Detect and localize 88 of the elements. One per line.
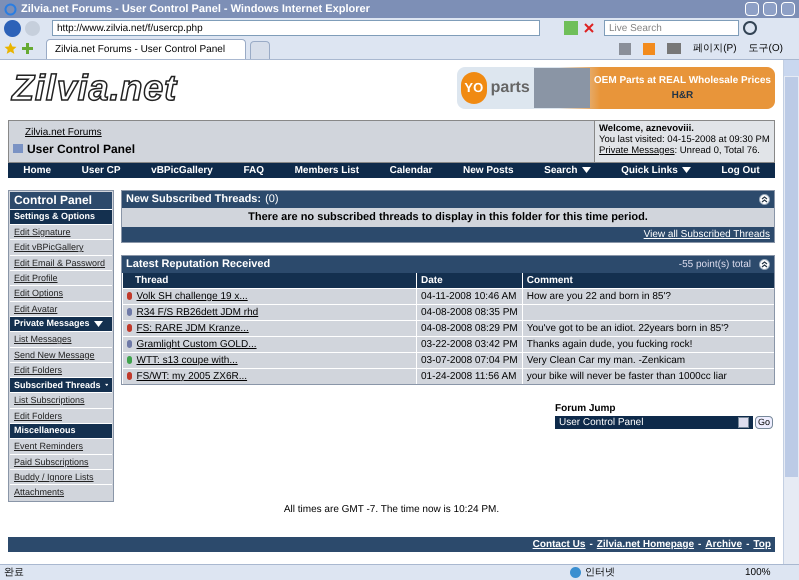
scrollbar[interactable] bbox=[783, 60, 799, 564]
footer-link[interactable]: Archive bbox=[705, 536, 742, 552]
sidebar-section-header[interactable]: Settings & Options bbox=[10, 208, 112, 224]
empty-message: There are no subscribed threads to display in this folder for this time period. bbox=[122, 208, 774, 227]
thread-count: (0) bbox=[265, 192, 279, 208]
caret-icon bbox=[682, 167, 691, 174]
status-text: 완료 bbox=[4, 566, 25, 580]
panel-title: Latest Reputation Received bbox=[126, 257, 270, 272]
last-visited-text: You last visited: 04-15-2008 at 09:30 PM bbox=[599, 134, 770, 145]
nav-link[interactable]: vBPicGallery bbox=[151, 162, 213, 178]
address-field[interactable]: http://www.zilvia.net/f/usercp.php bbox=[52, 20, 540, 36]
date-cell: 01-24-2008 11:56 AM bbox=[416, 368, 522, 384]
link-separator: - bbox=[589, 538, 593, 552]
link-separator: - bbox=[746, 538, 750, 552]
sidebar-link[interactable]: Edit Email & Password bbox=[10, 254, 112, 270]
points-total: -55 point(s) total bbox=[678, 258, 751, 272]
window-title: Zilvia.net Forums - User Control Panel - Windows Internet Explorer bbox=[21, 2, 371, 17]
thread-link[interactable]: WTT: s13 coupe with... bbox=[136, 352, 238, 368]
sidebar-link[interactable]: Edit Options bbox=[10, 285, 112, 301]
photo-placeholder bbox=[534, 68, 590, 108]
collapse-icon[interactable] bbox=[759, 258, 770, 270]
sidebar-section-header[interactable]: Subscribed Threads bbox=[10, 377, 112, 392]
time-note: All times are GMT -7. The time now is 10:24 PM. bbox=[282, 502, 500, 517]
thread-link[interactable]: Volk SH challenge 19 x... bbox=[136, 288, 248, 304]
footer-link[interactable]: Zilvia.net Homepage bbox=[596, 536, 694, 552]
sidebar-link[interactable]: Attachments bbox=[10, 484, 112, 500]
comment-cell: your bike will never be faster than 1000cc liar bbox=[522, 368, 774, 384]
page-title: User Control Panel bbox=[27, 140, 136, 158]
caret-icon bbox=[582, 167, 591, 174]
sidebar-link[interactable]: List Subscriptions bbox=[10, 392, 112, 408]
banner-headline: OEM Parts at REAL Wholesale Prices bbox=[594, 74, 771, 88]
sidebar-link[interactable]: Edit vBPicGallery bbox=[10, 239, 112, 255]
sidebar-section-header[interactable]: Miscellaneous bbox=[10, 423, 112, 438]
panel-title: New Subscribed Threads: bbox=[126, 192, 262, 208]
footer-link[interactable]: Top bbox=[753, 536, 771, 552]
banner-brand: H&R bbox=[672, 88, 694, 103]
browser-tab[interactable]: Zilvia.net Forums - User Control Panel bbox=[46, 39, 246, 59]
caret-icon bbox=[94, 321, 103, 328]
sidebar-link[interactable]: Paid Subscriptions bbox=[10, 454, 112, 469]
nav-link[interactable]: New Posts bbox=[463, 162, 514, 178]
sidebar-section-header[interactable]: Private Messages bbox=[10, 316, 112, 332]
thread-link[interactable]: FS/WT: my 2005 ZX6R... bbox=[136, 368, 248, 384]
nav-link[interactable]: FAQ bbox=[243, 162, 264, 178]
breadcrumb-link[interactable]: Zilvia.net Forums bbox=[25, 124, 590, 140]
tools-menu[interactable]: 도구(O) bbox=[748, 41, 783, 56]
banner-ad[interactable]: YO parts OEM Parts at REAL Wholesale Prices H&R bbox=[457, 66, 775, 109]
browser-icon bbox=[4, 2, 17, 16]
nav-link[interactable]: User CP bbox=[82, 162, 121, 178]
new-tab-button[interactable] bbox=[250, 41, 270, 59]
sidebar-title: Control Panel bbox=[10, 192, 112, 209]
page-menu[interactable]: 페이지(P) bbox=[693, 41, 737, 56]
zoom-level[interactable]: 100% bbox=[745, 565, 795, 580]
view-all-link[interactable]: View all Subscribed Threads bbox=[644, 226, 770, 242]
thread-link[interactable]: FS: RARE JDM Kranze... bbox=[136, 320, 249, 336]
private-messages-link[interactable]: Private Messages bbox=[599, 144, 675, 156]
nav-link[interactable]: Search bbox=[544, 162, 591, 178]
stop-icon[interactable] bbox=[582, 21, 596, 35]
banner-word: parts bbox=[490, 78, 530, 98]
nav-link[interactable]: Calendar bbox=[390, 162, 432, 178]
nav-link[interactable]: Log Out bbox=[721, 162, 760, 178]
forum-jump-select[interactable]: User Control Panel bbox=[554, 416, 753, 429]
thread-link[interactable]: Gramlight Custom GOLD... bbox=[136, 336, 257, 352]
nav-link[interactable]: Members List bbox=[294, 162, 360, 178]
nav-link[interactable]: Quick Links bbox=[621, 162, 691, 178]
star-icon[interactable] bbox=[4, 42, 17, 55]
add-favorite-icon[interactable] bbox=[21, 42, 34, 55]
thread-link[interactable]: R34 F/S RB26dett JDM rhd bbox=[136, 304, 258, 320]
link-separator: - bbox=[698, 538, 702, 552]
welcome-text: Welcome, aznevoviii. bbox=[599, 122, 695, 134]
dropdown-icon bbox=[738, 416, 749, 428]
folder-icon bbox=[13, 144, 23, 154]
site-logo[interactable]: Zilvia.net bbox=[12, 60, 178, 115]
banner-badge: YO bbox=[461, 72, 487, 104]
message-counts: : Unread 0, Total 76. bbox=[674, 144, 760, 156]
sidebar-link[interactable]: Buddy / Ignore Lists bbox=[10, 468, 112, 484]
sidebar-link[interactable]: List Messages bbox=[10, 331, 112, 347]
collapse-icon[interactable] bbox=[759, 194, 770, 205]
footer-link[interactable]: Contact Us bbox=[532, 536, 586, 552]
sidebar-link[interactable]: Event Reminders bbox=[10, 438, 112, 454]
nav-link[interactable]: Home bbox=[23, 162, 52, 178]
globe-icon bbox=[570, 567, 581, 578]
zone-text: 인터넷 bbox=[585, 566, 616, 580]
search-field[interactable]: Live Search bbox=[604, 20, 739, 36]
go-button[interactable]: Go bbox=[754, 416, 773, 429]
sidebar-link[interactable]: Edit Signature bbox=[10, 224, 112, 240]
sidebar-link[interactable]: Send New Message bbox=[10, 346, 112, 362]
forum-jump-label: Forum Jump bbox=[554, 402, 617, 416]
sidebar-link[interactable]: Edit Profile bbox=[10, 270, 112, 286]
